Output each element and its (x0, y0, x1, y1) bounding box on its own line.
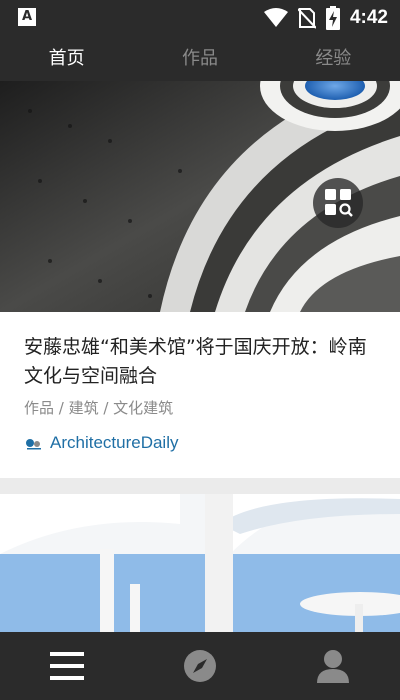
article-card[interactable]: 安藤忠雄“和美术馆”将于国庆开放：岭南文化与空间融合 作品 / 建筑 / 文化建… (0, 81, 400, 478)
tab-works[interactable]: 作品 (133, 36, 266, 81)
status-icons: 4:42 (263, 5, 388, 31)
wifi-icon (263, 8, 288, 27)
tab-home[interactable]: 首页 (0, 36, 133, 81)
bottom-nav (0, 632, 400, 700)
compass-icon (183, 650, 216, 682)
battery-charging-icon (325, 6, 340, 30)
article-title[interactable]: 安藤忠雄“和美术馆”将于国庆开放：岭南文化与空间融合 (24, 333, 376, 391)
source-name[interactable]: ArchitectureDaily (50, 433, 179, 453)
article-source[interactable]: ArchitectureDaily (24, 433, 179, 453)
nav-discover[interactable] (133, 632, 266, 700)
menu-icon (49, 652, 84, 680)
tab-experience[interactable]: 经验 (267, 36, 400, 81)
status-bar: A 4:42 (0, 0, 400, 36)
top-tab-bar: 首页 作品 经验 (0, 36, 400, 81)
article-feed: 安藤忠雄“和美术馆”将于国庆开放：岭南文化与空间融合 作品 / 建筑 / 文化建… (0, 81, 400, 632)
clock: 4:42 (349, 7, 388, 28)
article-hero-image[interactable] (0, 494, 400, 632)
grid-search-icon[interactable] (313, 178, 363, 228)
nav-profile[interactable] (267, 632, 400, 700)
article-card[interactable] (0, 494, 400, 632)
app-notification-icon: A (18, 8, 36, 26)
article-category: 作品 / 建筑 / 文化建筑 (24, 399, 174, 417)
nav-menu[interactable] (0, 632, 133, 700)
user-icon (317, 650, 350, 683)
no-sim-icon (297, 8, 316, 29)
source-logo-icon (26, 439, 41, 450)
